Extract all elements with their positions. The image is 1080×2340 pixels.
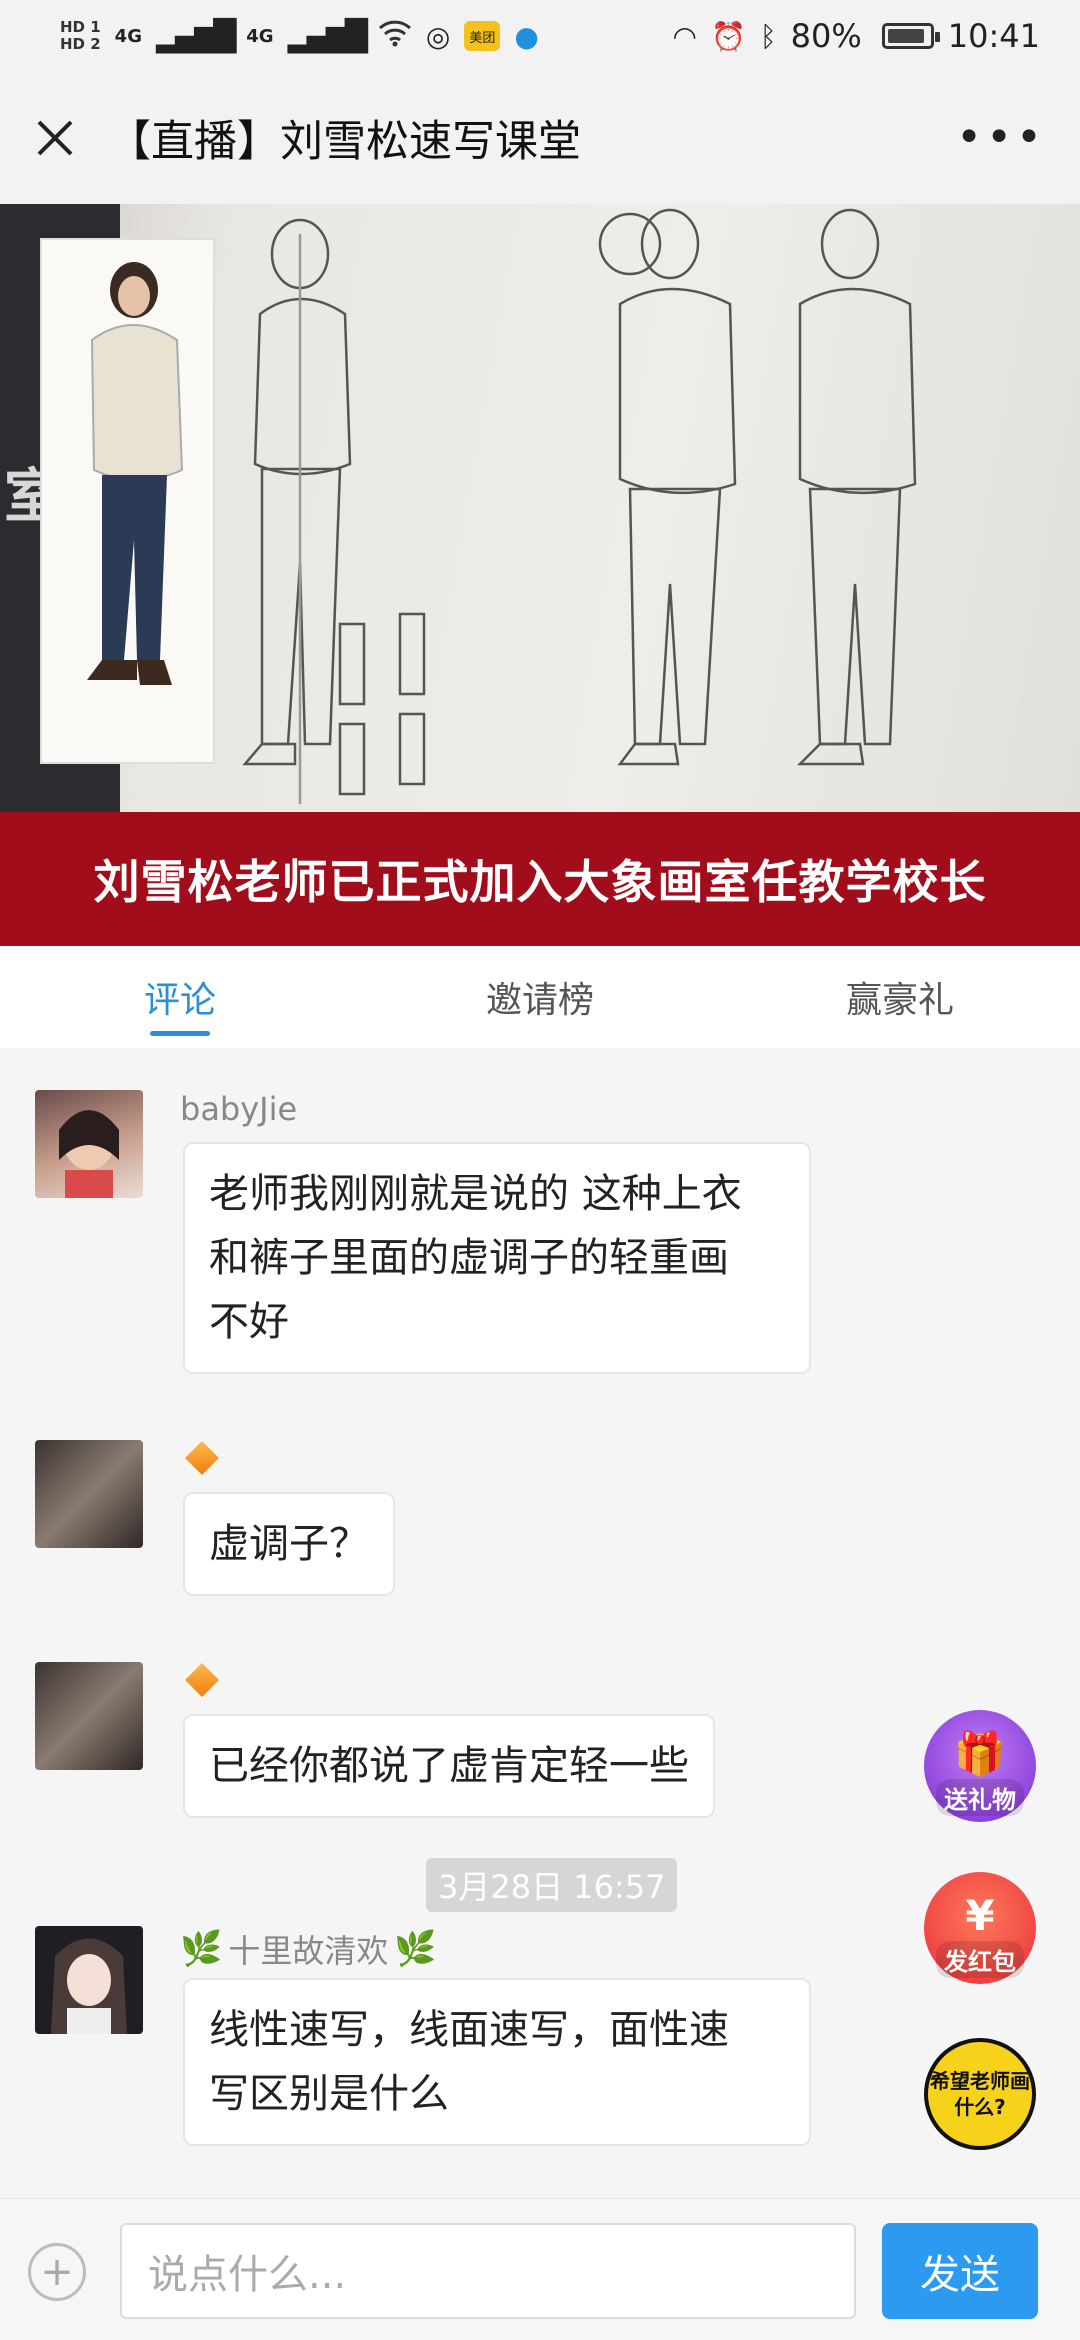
comment-username — [180, 1662, 230, 1698]
sketch-drawings — [242, 208, 917, 804]
tab-rewards[interactable]: 赢豪礼 — [720, 946, 1080, 1048]
browser-icon: ● — [514, 19, 539, 53]
avatar[interactable] — [35, 1926, 143, 2034]
diamond-icon — [185, 1441, 219, 1475]
comment-bubble: 老师我刚刚就是说的 这种上衣 和裤子里面的虚调子的轻重画 不好 — [183, 1142, 811, 1374]
avatar[interactable] — [35, 1662, 143, 1770]
ask-teacher-button[interactable]: 希望老师画什么? — [924, 2038, 1036, 2150]
network-1-label: 4G — [114, 25, 142, 47]
ask-teacher-label: 希望老师画什么? — [928, 2042, 1032, 2146]
comment-username — [180, 1440, 230, 1476]
comment-list[interactable]: babyJie 老师我刚刚就是说的 这种上衣 和裤子里面的虚调子的轻重画 不好 … — [0, 1048, 1080, 2198]
more-icon[interactable]: ••• — [956, 112, 1046, 163]
avatar[interactable] — [35, 1090, 143, 1198]
comment-item: 虚调子？ — [35, 1440, 935, 1610]
announcement-banner: 刘雪松老师已正式加入大象画室任教学校长 — [0, 812, 1080, 946]
wifi-icon — [378, 19, 412, 54]
comment-username: 🌿 十里故清欢 🌿 — [180, 1929, 437, 1970]
tab-invite-ranking[interactable]: 邀请榜 — [360, 946, 720, 1048]
leaf-icon: 🌿 — [180, 1929, 223, 1969]
network-2-label: 4G — [246, 25, 274, 47]
live-video-player[interactable]: 室 刘雪松老师已正式加入大象画室任教学校长 — [0, 204, 1080, 946]
battery-icon — [881, 23, 940, 49]
send-gift-button[interactable]: 🎁 送礼物 — [924, 1710, 1036, 1822]
status-left: HD 1 HD 2 4G ▂▄▆█ 4G ▂▄▆█ ◎ 美团 ● — [60, 19, 539, 54]
avatar[interactable] — [35, 1440, 143, 1548]
comment-input[interactable]: 说点什么... — [120, 2223, 856, 2319]
red-packet-icon: ¥ — [965, 1891, 995, 1940]
leaf-icon: 🌿 — [394, 1929, 437, 1969]
comment-bubble: 虚调子？ — [183, 1492, 395, 1596]
tab-comments[interactable]: 评论 — [0, 946, 360, 1048]
tab-bar: 评论 邀请榜 赢豪礼 — [0, 946, 1080, 1048]
diamond-icon — [185, 1663, 219, 1697]
meituan-app-icon: 美团 — [464, 21, 501, 51]
close-icon[interactable] — [0, 72, 110, 204]
banner-text: 刘雪松老师已正式加入大象画室任教学校长 — [93, 855, 987, 909]
message-timestamp: 3月28日 16:57 — [426, 1858, 678, 1912]
signal-1-icon: ▂▄▆█ — [155, 18, 236, 54]
gift-icon: 🎁 — [953, 1729, 1007, 1778]
send-gift-label: 送礼物 — [936, 1779, 1024, 1816]
alarm-icon: ⏰ — [710, 19, 746, 53]
screen: { "status_bar": { "hd1": "HD 1", "hd2": … — [0, 0, 1080, 2340]
battery-percent: 80% — [790, 17, 862, 55]
comment-username: babyJie — [180, 1090, 298, 1128]
weibo-icon: ◎ — [425, 19, 451, 53]
red-packet-button[interactable]: ¥ 发红包 — [924, 1872, 1036, 1984]
comment-item: 🌿 十里故清欢 🌿 线性速写，线面速写，面性速 写区别是什么 — [35, 1926, 935, 2186]
title-bar: 【直播】刘雪松速写课堂 ••• — [0, 72, 1080, 204]
headphone-icon: ◠ — [672, 19, 697, 53]
status-bar: HD 1 HD 2 4G ▂▄▆█ 4G ▂▄▆█ ◎ 美团 ● ◠ ⏰ ᛒ 8… — [0, 0, 1080, 72]
comment-bubble: 已经你都说了虚肯定轻一些 — [183, 1714, 715, 1818]
status-right: ◠ ⏰ ᛒ 80% 10:41 — [673, 17, 1040, 55]
plus-icon[interactable]: + — [28, 2243, 86, 2301]
input-bar: + 说点什么... 发送 — [0, 2198, 1080, 2340]
drawing-board: 室 — [0, 204, 1080, 812]
bluetooth-icon: ᛒ — [759, 19, 777, 53]
red-packet-label: 发红包 — [936, 1941, 1024, 1978]
reference-photo — [40, 238, 215, 764]
comment-item: 已经你都说了虚肯定轻一些 — [35, 1662, 935, 1832]
send-button[interactable]: 发送 — [882, 2223, 1038, 2319]
signal-2-icon: ▂▄▆█ — [287, 18, 368, 54]
comment-item: babyJie 老师我刚刚就是说的 这种上衣 和裤子里面的虚调子的轻重画 不好 — [35, 1090, 935, 1390]
hd1-label: HD 1 — [60, 18, 101, 36]
hd-indicator: HD 1 HD 2 — [60, 19, 101, 53]
clock: 10:41 — [947, 17, 1040, 55]
page-title: 【直播】刘雪松速写课堂 — [108, 117, 581, 167]
comment-bubble: 线性速写，线面速写，面性速 写区别是什么 — [183, 1978, 811, 2146]
hd2-label: HD 2 — [60, 35, 101, 53]
